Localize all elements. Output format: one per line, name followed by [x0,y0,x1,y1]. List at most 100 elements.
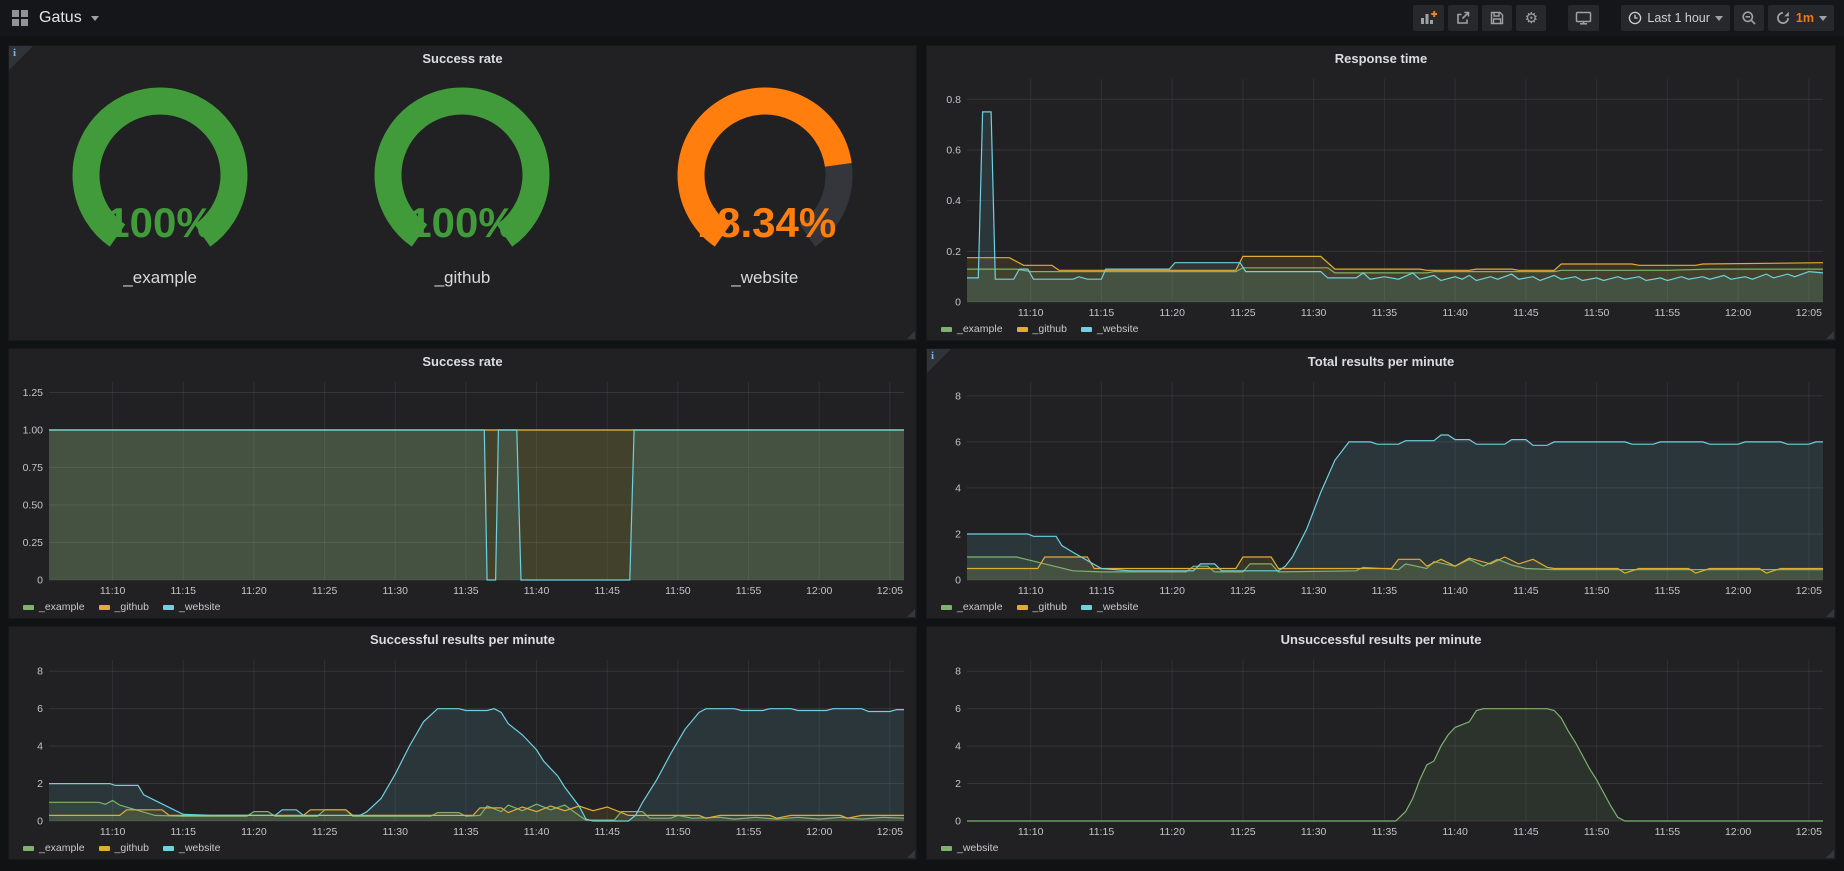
info-corner-icon[interactable]: i [927,349,951,373]
gauge-svg: 100% [44,81,276,267]
gauge-value: 100% [106,199,213,246]
svg-text:11:55: 11:55 [1655,585,1681,597]
svg-text:4: 4 [955,482,961,494]
legend-item-_website[interactable]: _website [941,842,998,854]
legend-item-_example[interactable]: _example [23,601,85,613]
chevron-down-icon [1819,16,1827,21]
legend-item-_github[interactable]: _github [99,842,149,854]
chart-canvas[interactable]: 0246811:1011:1511:2011:2511:3011:3511:40… [927,374,1835,598]
chart-svg: 00.250.500.751.001.2511:1011:1511:2011:2… [9,374,916,598]
share-icon [1455,10,1471,26]
svg-text:11:15: 11:15 [1089,826,1115,838]
svg-text:1.00: 1.00 [23,425,44,437]
svg-text:11:35: 11:35 [1372,826,1398,838]
svg-text:11:15: 11:15 [171,585,197,597]
svg-text:11:10: 11:10 [1018,585,1044,597]
legend-item-_example[interactable]: _example [941,601,1003,613]
dashboard-title: Gatus [39,9,82,27]
svg-text:12:00: 12:00 [1725,307,1751,319]
chart-svg: 0246811:1011:1511:2011:2511:3011:3511:40… [9,652,916,839]
svg-text:12:00: 12:00 [1725,585,1751,597]
chart-canvas[interactable]: 0246811:1011:1511:2011:2511:3011:3511:40… [9,652,916,839]
panel-resize-handle[interactable] [1826,331,1834,339]
svg-text:11:50: 11:50 [1584,307,1610,319]
legend-item-_github[interactable]: _github [99,601,149,613]
panel-resize-handle[interactable] [1826,850,1834,858]
svg-text:4: 4 [37,741,43,753]
panel-resize-handle[interactable] [907,331,915,339]
svg-text:2: 2 [37,778,43,790]
series-area-_website [967,435,1823,580]
svg-text:11:55: 11:55 [1655,826,1681,838]
svg-text:0.75: 0.75 [23,462,44,474]
legend-item-_website[interactable]: _website [1081,601,1138,613]
svg-text:11:30: 11:30 [1301,826,1327,838]
legend-swatch [163,846,174,851]
chart-legend: _example _github _website [927,320,1835,340]
panel-title[interactable]: Total results per minute [927,349,1835,374]
legend-label: _github [115,601,149,613]
panel-resize-handle[interactable] [907,609,915,617]
svg-text:11:55: 11:55 [1655,307,1681,319]
info-corner-icon[interactable]: i [9,46,33,70]
series-line-_website [967,709,1823,821]
panel-title[interactable]: Success rate [9,349,916,374]
legend-item-_website[interactable]: _website [163,842,220,854]
svg-text:11:20: 11:20 [1159,307,1185,319]
legend-item-_example[interactable]: _example [941,323,1003,335]
svg-text:0: 0 [37,575,43,587]
chart-canvas[interactable]: 00.250.500.751.001.2511:1011:1511:2011:2… [9,374,916,598]
svg-text:12:05: 12:05 [877,585,903,597]
svg-text:8: 8 [955,666,961,678]
refresh-icon [1775,10,1791,26]
chart-canvas[interactable]: 00.20.40.60.811:1011:1511:2011:2511:3011… [927,71,1835,320]
legend-item-_github[interactable]: _github [1017,601,1067,613]
legend-item-_website[interactable]: _website [163,601,220,613]
chart-svg: 0246811:1011:1511:2011:2511:3011:3511:40… [927,652,1835,839]
dashboard-grid: i Success rate 100%_example100%_github78… [0,36,1844,868]
chart-legend: _example _github _website [9,839,916,859]
svg-text:11:35: 11:35 [1372,307,1398,319]
svg-text:11:30: 11:30 [1301,307,1327,319]
share-button[interactable] [1448,5,1478,31]
svg-text:11:25: 11:25 [1230,585,1256,597]
navbar: Gatus ⚙ [0,0,1844,36]
svg-text:11:35: 11:35 [453,585,479,597]
svg-text:11:45: 11:45 [1513,585,1539,597]
svg-text:12:00: 12:00 [1725,826,1751,838]
zoom-out-button[interactable] [1734,5,1764,31]
chart-canvas[interactable]: 0246811:1011:1511:2011:2511:3011:3511:40… [927,652,1835,839]
panel-title[interactable]: Success rate [9,46,916,71]
svg-text:11:45: 11:45 [1513,307,1539,319]
save-icon [1489,10,1505,26]
legend-item-_website[interactable]: _website [1081,323,1138,335]
svg-text:11:35: 11:35 [453,826,479,838]
refresh-picker[interactable]: 1m [1768,5,1834,31]
svg-text:11:30: 11:30 [382,826,408,838]
legend-label: _github [115,842,149,854]
panel-resize-handle[interactable] [907,850,915,858]
legend-item-_github[interactable]: _github [1017,323,1067,335]
gauge-_website: 78.34%_website [615,81,915,288]
time-range-picker[interactable]: Last 1 hour [1621,5,1730,31]
svg-text:11:50: 11:50 [665,826,691,838]
gauge-svg: 78.34% [649,81,881,267]
legend-item-_example[interactable]: _example [23,842,85,854]
svg-text:0.4: 0.4 [946,195,961,207]
tv-mode-button[interactable] [1568,5,1599,31]
panel-unsuccessful-results: Unsuccessful results per minute 0246811:… [926,626,1836,860]
refresh-interval-label: 1m [1796,11,1814,25]
chart-legend: _example _github _website [927,598,1835,618]
dashboard-picker[interactable]: Gatus [10,8,99,28]
svg-text:11:25: 11:25 [1230,826,1256,838]
panel-successful-results: Successful results per minute 0246811:10… [8,626,917,860]
legend-label: _website [179,601,220,613]
panel-title[interactable]: Successful results per minute [9,627,916,652]
save-button[interactable] [1482,5,1512,31]
panel-title[interactable]: Unsuccessful results per minute [927,627,1835,652]
panel-resize-handle[interactable] [1826,609,1834,617]
svg-text:11:20: 11:20 [1159,826,1185,838]
panel-title[interactable]: Response time [927,46,1835,71]
settings-button[interactable]: ⚙ [1516,5,1546,31]
add-panel-button[interactable] [1413,5,1444,31]
